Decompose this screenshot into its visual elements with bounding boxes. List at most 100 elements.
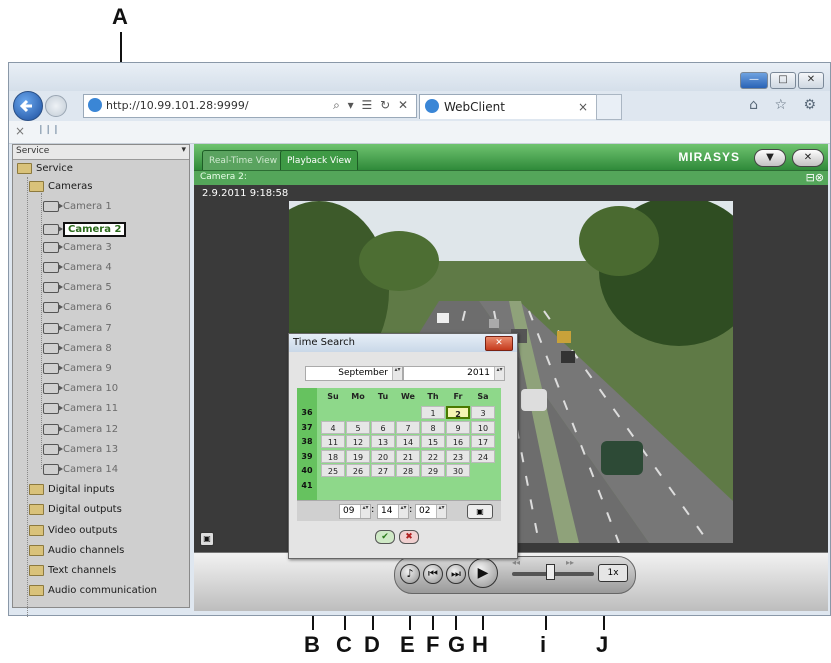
dialog-title: Time Search [293, 337, 356, 348]
minimize-button[interactable]: — [740, 72, 768, 89]
close-window-button[interactable]: ✕ [798, 72, 824, 89]
calendar-day[interactable]: 27 [371, 464, 395, 477]
new-tab-button[interactable] [596, 94, 622, 120]
year-spinner[interactable]: 2011 ▴▾ [403, 366, 505, 381]
tree-item[interactable]: Text channels [29, 565, 116, 576]
minute-spin-arrows[interactable]: ▴▾ [398, 505, 408, 518]
next-frame-button[interactable]: ⏭ [446, 564, 466, 584]
tab-playback-view[interactable]: Playback View [280, 150, 359, 171]
tree-item[interactable]: Camera 9 [43, 363, 112, 374]
tree-item[interactable]: Camera 12 [43, 423, 118, 435]
menu-pill-button[interactable]: ▼ [754, 149, 786, 167]
second-spinner[interactable]: 02 ▴▾ [415, 504, 447, 519]
calendar-day[interactable]: 17 [471, 435, 495, 448]
calendar-day[interactable]: 22 [421, 449, 445, 463]
month-spin-arrows[interactable]: ▴▾ [392, 367, 402, 380]
previous-frame-button[interactable]: ⏮ [423, 564, 443, 584]
hour-spin-arrows[interactable]: ▴▾ [360, 505, 370, 518]
calendar-day[interactable]: 26 [346, 464, 370, 477]
calendar-day[interactable]: 13 [371, 435, 395, 448]
tree-item[interactable]: Camera 11 [43, 403, 118, 415]
maximize-button[interactable]: □ [770, 72, 796, 89]
toolbar-icons[interactable]: ⌂ ☆ ⚙ [749, 97, 822, 113]
tree-item[interactable]: Camera 13 [43, 443, 118, 455]
month-spinner[interactable]: September ▴▾ [305, 366, 403, 381]
calendar-day[interactable]: 9 [446, 420, 470, 434]
callout-h: H [472, 632, 488, 657]
speed-slider-thumb[interactable] [546, 564, 555, 580]
calendar-day[interactable]: 8 [421, 420, 445, 434]
panel-controls-icon[interactable]: ⊟⊗ [806, 171, 824, 184]
tab-close-icon[interactable]: × [578, 100, 588, 114]
tree-item[interactable]: Camera 5 [43, 282, 112, 294]
tree-item-label: Digital inputs [48, 484, 115, 496]
tree-item[interactable]: Cameras [29, 181, 92, 193]
tree-item[interactable]: Audio channels [29, 544, 124, 556]
tree-dropdown-icon[interactable]: ▾ [181, 145, 186, 155]
tree-item[interactable]: Service [17, 163, 73, 174]
tree-item[interactable]: Camera 14 [43, 464, 118, 475]
tree-item[interactable]: Video outputs [29, 524, 117, 536]
tree-header[interactable]: Service ▾ [13, 145, 189, 160]
tree-item[interactable]: Camera 10 [43, 383, 118, 395]
calendar-day[interactable]: 16 [446, 435, 470, 448]
tab-real-time-view[interactable]: Real-Time View [202, 150, 285, 171]
dialog-close-button[interactable]: ✕ [485, 336, 513, 351]
tree-item[interactable]: Digital outputs [29, 504, 122, 516]
back-button[interactable] [13, 91, 43, 121]
dialog-title-bar[interactable]: Time Search ✕ [289, 334, 517, 352]
calendar-day[interactable]: 1 [421, 406, 445, 419]
tree-item[interactable]: Audio communication [29, 585, 157, 597]
cancel-button[interactable]: ✖ [399, 530, 419, 544]
tree-item[interactable]: Camera 6 [43, 302, 112, 314]
tree-item[interactable]: Camera 3 [43, 241, 112, 253]
tab-webclient[interactable]: WebClient × [419, 94, 597, 119]
folder-icon [29, 181, 44, 193]
tree-item[interactable]: Camera 1 [43, 201, 112, 213]
current-time-button[interactable]: ▣ [467, 504, 493, 519]
calendar-day[interactable]: 4 [321, 420, 345, 434]
calendar-day[interactable]: 5 [346, 420, 370, 434]
calendar-day[interactable]: 2 [446, 406, 470, 419]
calendar-day[interactable]: 3 [471, 406, 495, 419]
calendar-day[interactable]: 25 [321, 464, 345, 477]
address-bar[interactable]: http://10.99.101.28:9999/ ⌕ ▾ ☰ ↻ ✕ [83, 94, 417, 118]
calendar-day[interactable]: 18 [321, 449, 345, 463]
calendar-day[interactable]: 23 [446, 449, 470, 463]
tree-item[interactable]: Camera 4 [43, 262, 112, 273]
calendar-day[interactable]: 29 [421, 464, 445, 477]
play-button[interactable]: ▶ [468, 558, 498, 588]
year-spin-arrows[interactable]: ▴▾ [494, 367, 504, 380]
side-snapshot-button[interactable]: ▣ [200, 532, 214, 546]
tree-item[interactable]: Digital inputs [29, 484, 115, 496]
calendar-day[interactable]: 12 [346, 435, 370, 448]
url-text[interactable]: http://10.99.101.28:9999/ [106, 99, 249, 112]
calendar-day[interactable]: 24 [471, 449, 495, 463]
calendar-day[interactable]: 21 [396, 449, 420, 463]
tree-item[interactable]: Camera 7 [43, 322, 112, 334]
calendar-day[interactable]: 20 [371, 449, 395, 463]
ok-button[interactable]: ✔ [375, 530, 395, 544]
close-pill-button[interactable]: ✕ [792, 149, 824, 167]
xbar-close-icon[interactable]: × [15, 124, 25, 138]
minute-spinner[interactable]: 14 ▴▾ [377, 504, 409, 519]
tree-item[interactable]: Camera 8 [43, 342, 112, 354]
tree-item-label: Camera 3 [63, 241, 112, 253]
day-header: We [401, 392, 415, 401]
calendar-day[interactable]: 6 [371, 420, 395, 434]
calendar-day[interactable]: 7 [396, 420, 420, 434]
calendar-day[interactable]: 15 [421, 435, 445, 448]
second-spin-arrows[interactable]: ▴▾ [436, 505, 446, 518]
hour-spinner[interactable]: 09 ▴▾ [339, 504, 371, 519]
calendar-day[interactable]: 28 [396, 464, 420, 477]
tree-item[interactable]: Camera 2 [43, 221, 127, 237]
address-controls-icon[interactable]: ⌕ ▾ ☰ ↻ ✕ [333, 98, 410, 113]
forward-button[interactable] [45, 95, 67, 117]
calendar-day[interactable]: 30 [446, 464, 470, 477]
calendar-day[interactable]: 19 [346, 449, 370, 463]
speed-indicator[interactable]: 1x [598, 564, 628, 582]
calendar-day[interactable]: 11 [321, 435, 345, 448]
audio-button[interactable]: ♪ [400, 564, 420, 584]
calendar-day[interactable]: 10 [471, 420, 495, 434]
calendar-day[interactable]: 14 [396, 435, 420, 448]
